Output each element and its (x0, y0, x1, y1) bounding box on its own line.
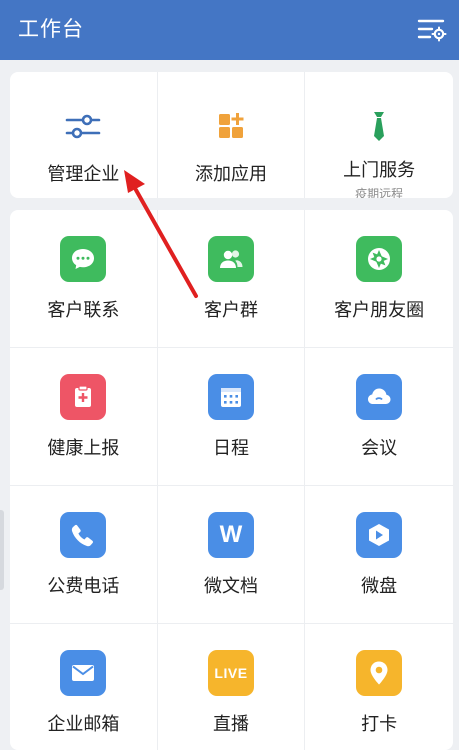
clipboard-plus-icon (60, 374, 107, 420)
onsite-service-label: 上门服务 (343, 160, 416, 180)
app-label: 健康上报 (47, 438, 120, 458)
aperture-icon (356, 236, 403, 282)
app-label: 客户群 (203, 300, 258, 320)
location-pin-icon (356, 650, 403, 696)
live-icon: LIVE (207, 650, 254, 696)
app-label: 直播 (212, 714, 249, 734)
app-schedule[interactable]: 日程 (157, 348, 306, 486)
doc-w-glyph: W (219, 521, 243, 548)
app-label: 打卡 (361, 714, 398, 734)
app-label: 客户联系 (47, 300, 120, 320)
app-label: 会议 (361, 438, 398, 458)
apps-card: 客户联系 客户群 客户朋友圈 健康上报 日程 会议 公费电话 W 微文档 微盘 … (10, 210, 453, 750)
add-app-item[interactable]: 添加应用 (158, 72, 306, 198)
group-icon (207, 236, 254, 282)
live-glyph: LIVE (214, 665, 248, 681)
doc-w-icon: W (207, 512, 254, 558)
app-customer-contact[interactable]: 客户联系 (10, 210, 158, 348)
app-enterprise-mail[interactable]: 企业邮箱 (10, 624, 158, 750)
drive-icon (356, 512, 403, 558)
app-label: 客户朋友圈 (334, 300, 425, 320)
app-micro-doc[interactable]: W 微文档 (157, 486, 306, 624)
app-label: 公费电话 (47, 576, 120, 596)
side-scroll-handle[interactable] (0, 510, 4, 590)
chat-bubble-icon (60, 236, 107, 282)
app-label: 微盘 (361, 576, 398, 596)
add-app-label: 添加应用 (194, 164, 267, 184)
manage-enterprise-item[interactable]: 管理企业 (10, 72, 158, 198)
manage-enterprise-label: 管理企业 (47, 164, 120, 184)
app-meeting[interactable]: 会议 (305, 348, 453, 486)
app-label: 微文档 (203, 576, 258, 596)
page-title: 工作台 (18, 18, 84, 41)
phone-icon (60, 512, 107, 558)
onsite-service-item[interactable]: 上门服务 疫期远程 (305, 72, 453, 198)
header-bar: 工作台 (0, 0, 459, 60)
add-app-icon (218, 113, 244, 138)
calendar-icon (207, 374, 254, 420)
quick-actions-card: 管理企业 添加应用 上门服务 疫期远程 (10, 72, 453, 198)
app-micro-drive[interactable]: 微盘 (305, 486, 453, 624)
tie-icon (374, 112, 385, 141)
app-public-phone[interactable]: 公费电话 (10, 486, 158, 624)
cloud-icon (356, 374, 403, 420)
app-check-in[interactable]: 打卡 (305, 624, 453, 750)
onsite-service-sublabel: 疫期远程 (355, 187, 404, 198)
mail-icon (60, 650, 107, 696)
app-customer-moments[interactable]: 客户朋友圈 (305, 210, 453, 348)
sliders-icon (66, 114, 101, 139)
app-health-report[interactable]: 健康上报 (10, 348, 158, 486)
app-label: 日程 (212, 438, 249, 458)
app-live[interactable]: LIVE 直播 (158, 624, 306, 750)
app-label: 企业邮箱 (47, 714, 120, 734)
app-customer-group[interactable]: 客户群 (157, 210, 306, 348)
settings-list-icon[interactable] (417, 16, 447, 44)
